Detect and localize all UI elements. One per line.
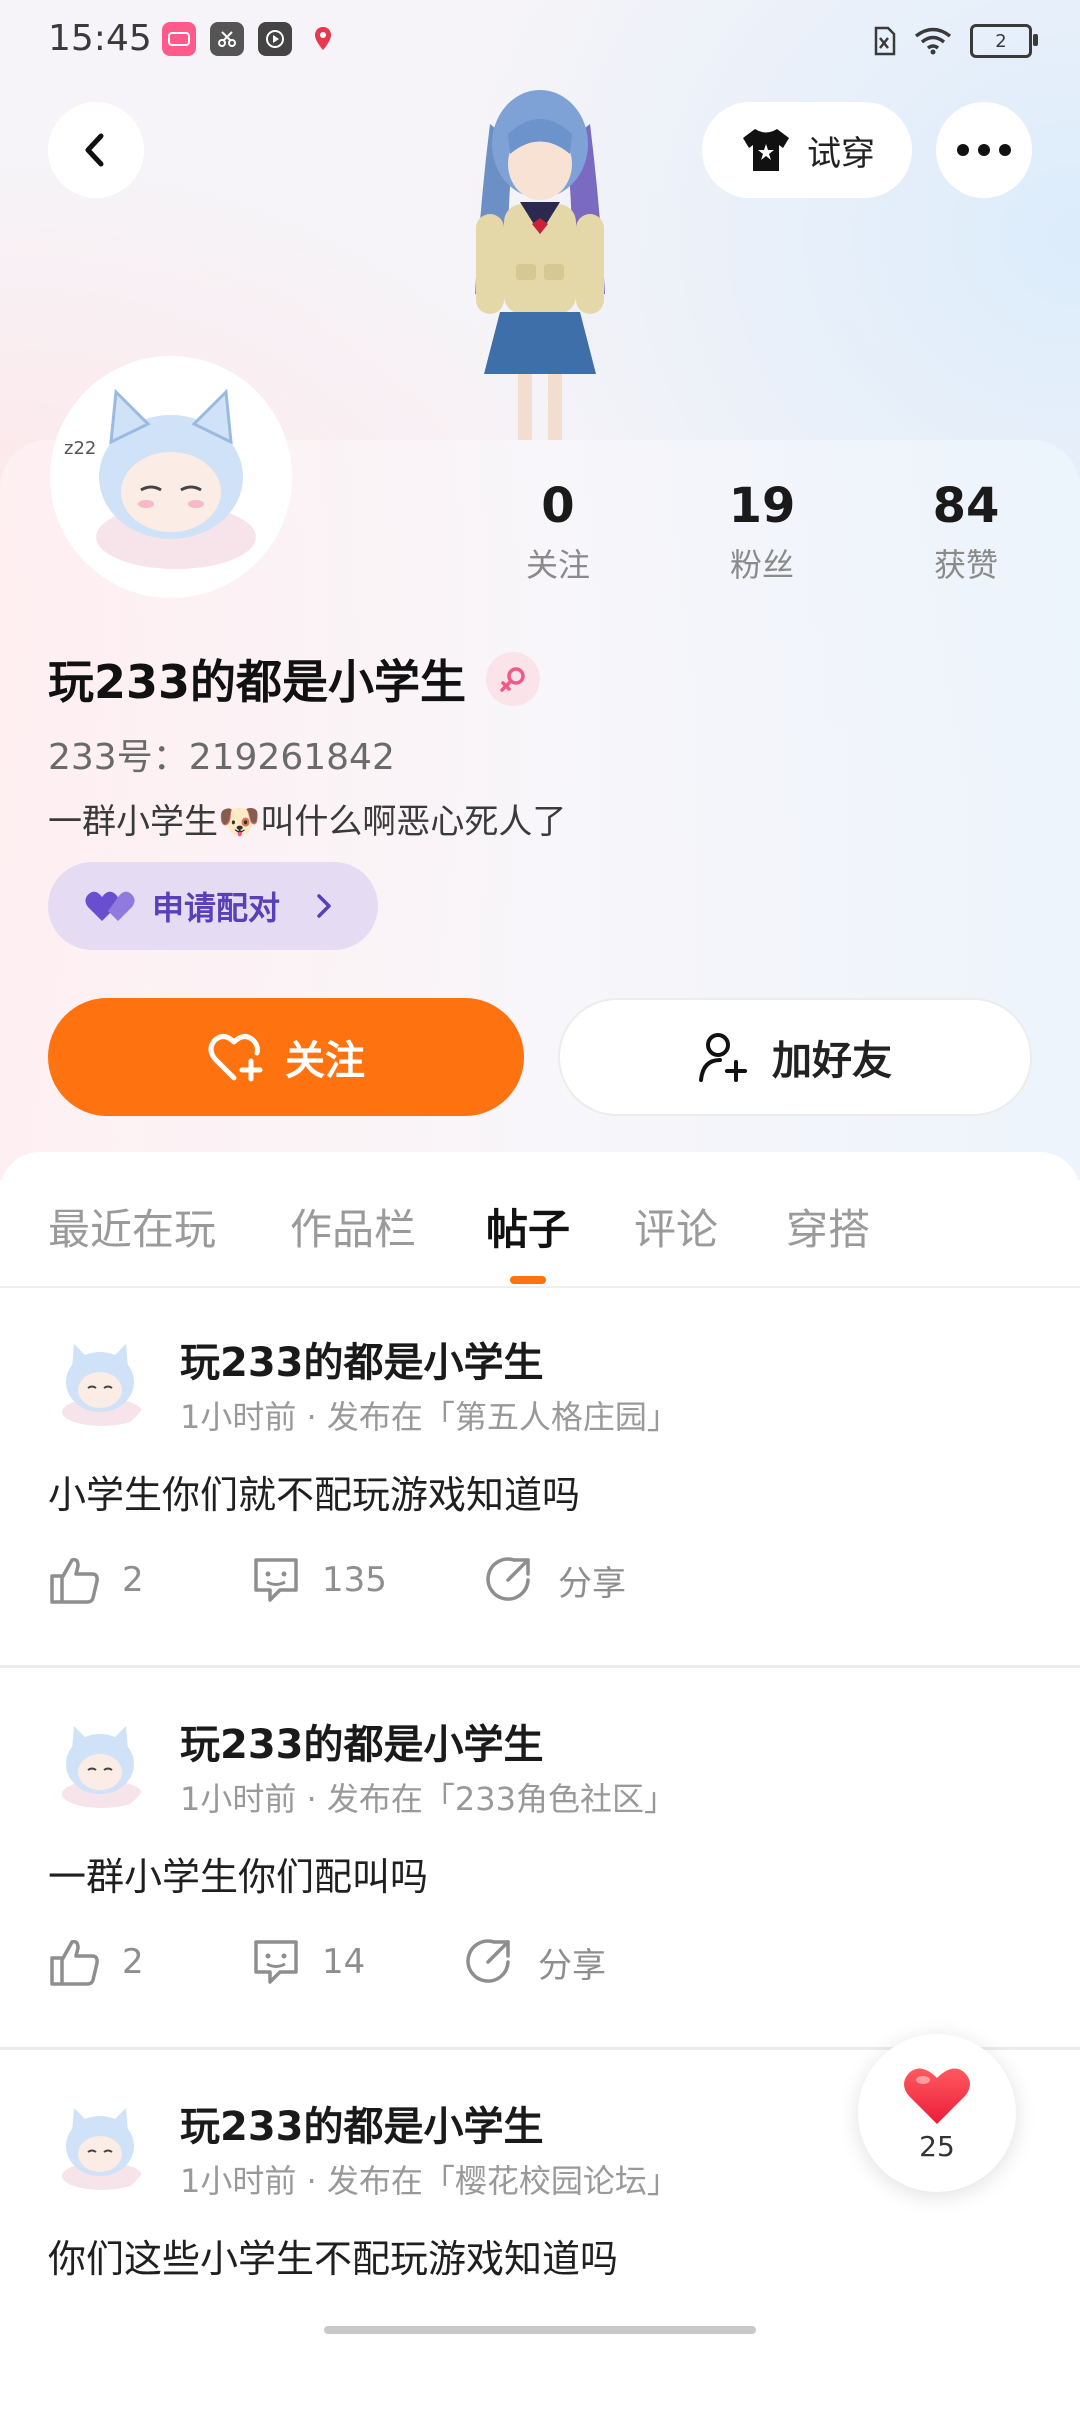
follow-label: 关注 [285,1038,365,1084]
profile-username-row: 玩233的都是小学生 [48,646,541,712]
cat-girl-avatar-image: z22 [56,362,286,592]
tab-outfits[interactable]: 穿搭 [786,1196,870,1257]
post-divider [0,1665,1080,1668]
share-label: 分享 [558,1563,626,1604]
comment-button[interactable]: 135 [250,1554,387,1606]
follow-button[interactable]: 关注 [48,998,524,1116]
no-sim-icon [874,26,896,56]
back-button[interactable] [48,102,144,198]
try-on-label: 试穿 [807,133,875,174]
post-meta: 1小时前 · 发布在「樱花校园论坛」 [180,2162,679,2200]
post-author-avatar[interactable] [50,1332,150,1432]
post-body[interactable]: 小学生你们就不配玩游戏知道吗 [48,1464,580,1519]
battery-level: 2 [995,30,1007,52]
comment-count: 135 [322,1560,387,1600]
female-gender-icon [486,652,541,706]
like-button[interactable]: 2 [48,1554,144,1606]
tab-works[interactable]: 作品栏 [290,1196,416,1257]
add-friend-label: 加好友 [772,1038,892,1084]
post-author-avatar[interactable] [50,2096,150,2196]
post-meta: 1小时前 · 发布在「第五人格庄园」 [180,1398,679,1436]
chevron-right-icon [317,894,331,918]
post-author-name[interactable]: 玩233的都是小学生 [180,1330,544,1388]
comment-button[interactable]: 14 [250,1936,365,1988]
floating-like-button[interactable]: 25 [858,2034,1016,2192]
post-item[interactable]: 玩233的都是小学生 1小时前 · 发布在「第五人格庄园」 小学生你们就不配玩游… [0,1288,1080,1668]
post-actions: 2 135 分享 [48,1554,1048,1620]
shirt-icon [743,129,789,171]
tab-comments[interactable]: 评论 [634,1196,718,1257]
stat-likes-label: 获赞 [933,546,998,584]
pink-app-icon [162,22,196,56]
like-count: 2 [122,1560,144,1600]
status-bar: 15:45 2 [0,0,1080,84]
request-pair-button[interactable]: 申请配对 [48,862,378,950]
stat-likes-value: 84 [932,478,1000,534]
active-tab-indicator [510,1276,546,1284]
add-friend-icon [699,1033,747,1082]
status-time: 15:45 [48,18,152,59]
play-app-icon [258,22,292,56]
share-button[interactable]: 分享 [464,1936,606,1988]
stat-following[interactable]: 0 关注 [478,478,638,586]
profile-username: 玩233的都是小学生 [48,655,467,709]
more-dots-icon [957,144,1011,156]
post-body[interactable]: 一群小学生你们配叫吗 [48,1846,428,1901]
like-count: 2 [122,1942,144,1982]
share-icon [466,1939,510,1983]
stat-fans-label: 粉丝 [729,546,794,584]
request-pair-label: 申请配对 [152,889,281,927]
battery-indicator: 2 [970,24,1038,58]
stat-fans-value: 19 [728,478,796,534]
post-item[interactable]: 玩233的都是小学生 1小时前 · 发布在「233角色社区」 一群小学生你们配叫… [0,1670,1080,2050]
3d-avatar-figure[interactable] [420,84,660,440]
stat-fans[interactable]: 19 粉丝 [682,478,842,586]
like-button[interactable]: 2 [48,1936,144,1988]
stat-likes[interactable]: 84 获赞 [886,478,1046,586]
comment-icon [254,1940,298,1984]
post-author-name[interactable]: 玩233的都是小学生 [180,2094,544,2152]
thumbs-up-icon [50,1557,99,1604]
profile-tabs: 最近在玩 作品栏 帖子 评论 穿搭 [0,1196,1080,1286]
status-right-icons: 2 [872,24,1038,58]
wifi-icon [914,27,952,55]
try-on-button[interactable]: 试穿 [702,102,912,198]
thumbs-up-icon [50,1939,99,1986]
add-friend-button[interactable]: 加好友 [558,998,1032,1116]
post-body[interactable]: 你们这些小学生不配玩游戏知道吗 [48,2228,618,2283]
tab-posts[interactable]: 帖子 [486,1196,570,1257]
floating-like-count: 25 [919,2129,955,2163]
scissors-app-icon [210,22,244,56]
share-button[interactable]: 分享 [484,1554,626,1606]
map-pin-app-icon [306,22,340,56]
tab-recently-played[interactable]: 最近在玩 [48,1196,216,1257]
post-author-avatar[interactable] [50,1714,150,1814]
double-heart-icon [85,891,135,921]
comment-icon [254,1558,298,1602]
post-meta: 1小时前 · 发布在「233角色社区」 [180,1780,676,1818]
home-indicator[interactable] [324,2326,756,2334]
profile-uid: 233号：219261842 [48,737,395,778]
heart-icon [904,2068,970,2124]
profile-bio: 一群小学生🐶叫什么啊恶心死人了 [48,802,567,842]
more-button[interactable] [936,102,1032,198]
user-avatar[interactable]: z22 [50,356,292,598]
share-label: 分享 [538,1945,606,1986]
post-actions: 2 14 分享 [48,1936,1048,2002]
share-icon [486,1557,530,1601]
status-app-icons [162,22,340,56]
stat-following-value: 0 [541,478,575,534]
stat-following-label: 关注 [525,546,590,584]
heart-plus-icon [208,1034,263,1082]
post-author-name[interactable]: 玩233的都是小学生 [180,1712,544,1770]
svg-text:z22: z22 [64,438,96,459]
comment-count: 14 [322,1942,366,1982]
chevron-left-icon [85,133,104,167]
